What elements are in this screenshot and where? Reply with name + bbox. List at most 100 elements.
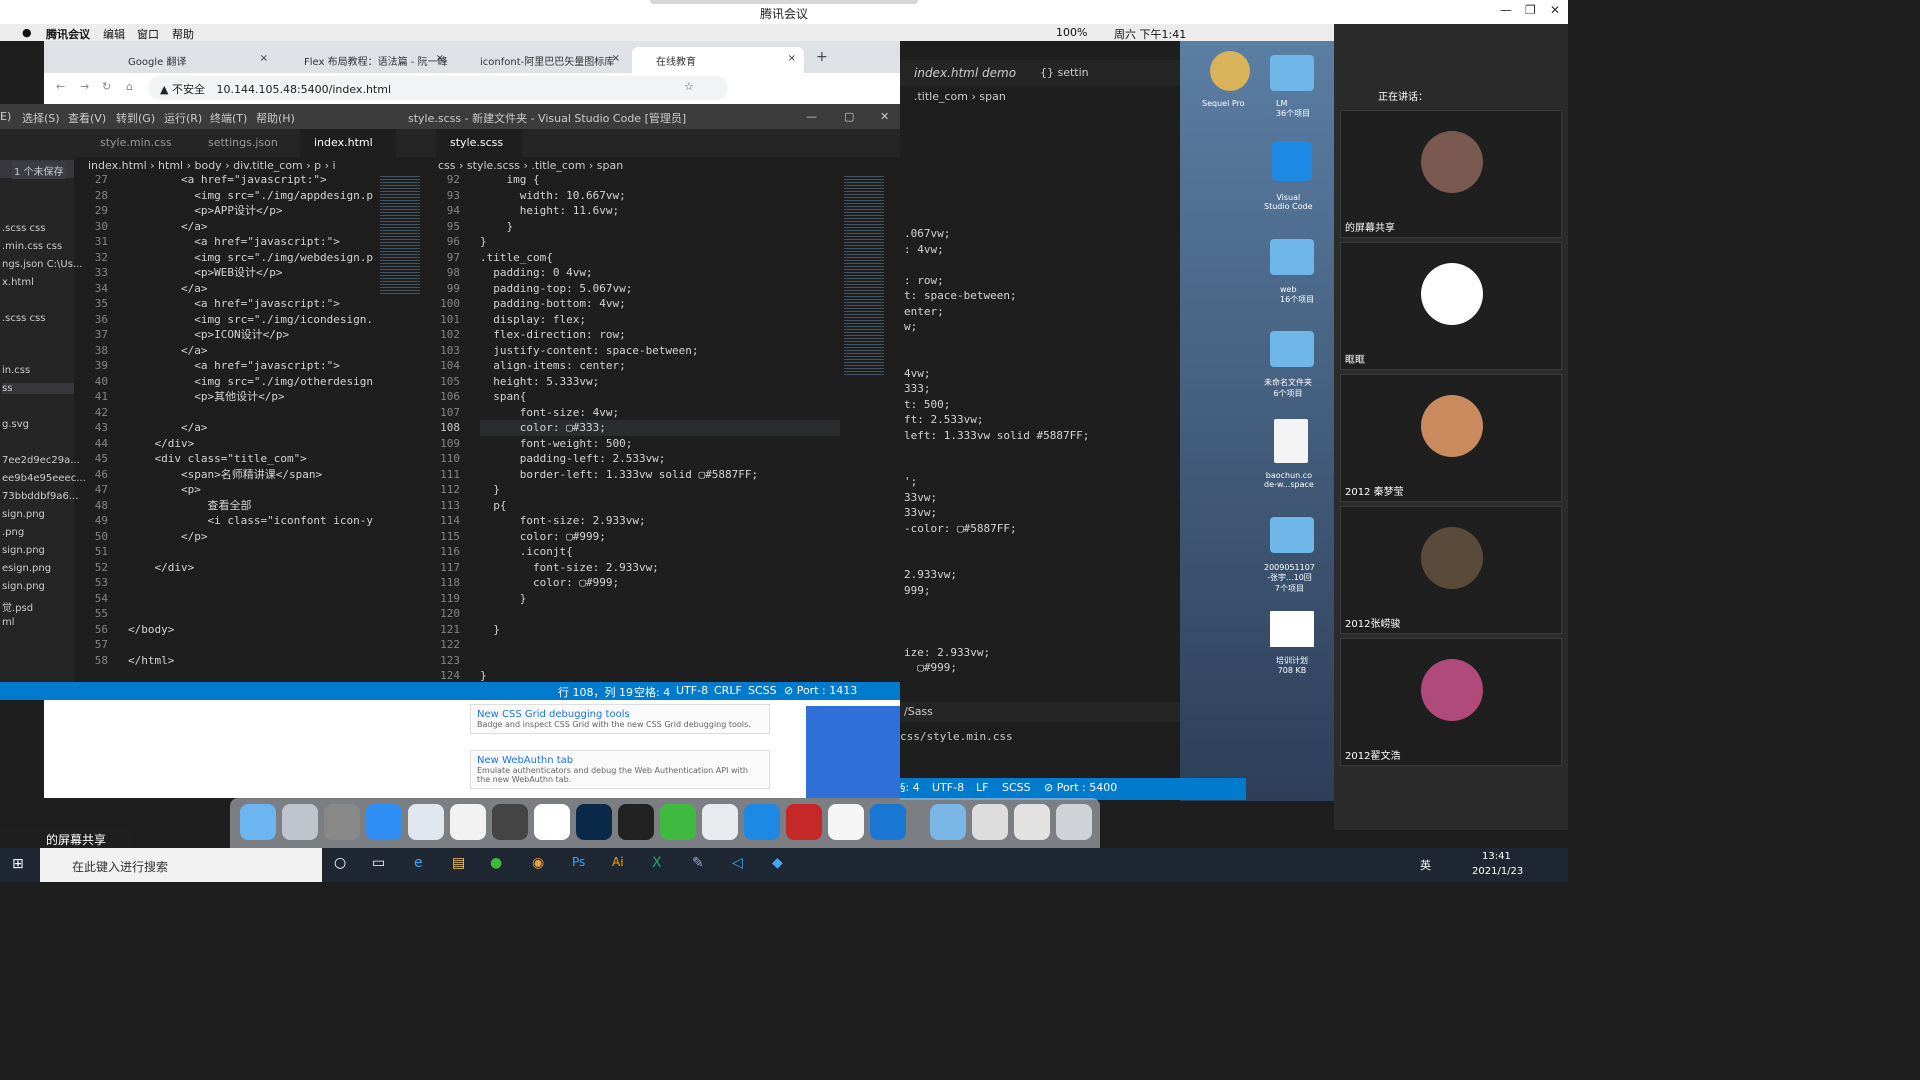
tab-settings[interactable]: {} settin: [1040, 66, 1089, 79]
devtools-news-item[interactable]: New WebAuthn tab Emulate authenticators …: [470, 750, 770, 789]
terminal-select[interactable]: /Sass: [900, 702, 1180, 722]
tab-iconfont[interactable]: iconfont-阿里巴巴矢量图标库 ×: [456, 47, 628, 73]
tab-style-scss[interactable]: style.scss: [436, 129, 522, 157]
safari-icon[interactable]: [366, 804, 402, 840]
explorer-file[interactable]: 73bbddbf9a6...: [2, 491, 78, 502]
explorer-file[interactable]: sign.png: [2, 581, 45, 592]
compass-icon[interactable]: [492, 804, 528, 840]
explorer-file[interactable]: .min.css css: [2, 241, 62, 252]
spreadsheet-icon[interactable]: [1270, 611, 1314, 647]
close-icon[interactable]: ✕: [880, 110, 889, 123]
status-cursor[interactable]: 行 108，列 19: [558, 684, 633, 700]
back-icon[interactable]: ←: [56, 80, 65, 93]
explorer-file[interactable]: esign.png: [2, 563, 51, 574]
tab-flex-tutorial[interactable]: Flex 布局教程：语法篇 - 阮一峰 ×: [280, 47, 452, 73]
tab-google-translate[interactable]: Google 翻译 ×: [104, 47, 276, 73]
explorer-file[interactable]: 7ee2d9ec29a...: [2, 455, 80, 466]
maximize-icon[interactable]: ▢: [844, 110, 854, 123]
url-input[interactable]: ▲ 不安全 10.144.105.48:5400/index.html: [148, 76, 728, 100]
vscode-icon[interactable]: [1272, 141, 1312, 181]
minimize-icon[interactable]: —: [806, 110, 817, 123]
code-editor-left[interactable]: <a href="javascript:"> <img src="./img/a…: [128, 172, 374, 668]
launchpad-icon[interactable]: [282, 804, 318, 840]
status-encoding[interactable]: UTF-8: [932, 781, 964, 794]
explorer-file[interactable]: in.css: [2, 365, 30, 376]
trash-icon[interactable]: [1056, 804, 1092, 840]
edge-icon[interactable]: e: [414, 855, 423, 871]
explorer-file[interactable]: sign.png: [2, 509, 45, 520]
status-spaces[interactable]: §: 4: [900, 781, 920, 794]
status-language[interactable]: SCSS: [748, 684, 777, 697]
participant-tile[interactable]: 眶眶: [1340, 242, 1562, 370]
filezilla-doc-icon[interactable]: [1014, 804, 1050, 840]
devtools-news-item[interactable]: New CSS Grid debugging tools Badge and i…: [470, 704, 770, 734]
status-encoding[interactable]: UTF-8: [676, 684, 708, 697]
explorer-file[interactable]: ngs.json C:\Us...: [2, 259, 82, 270]
status-language[interactable]: SCSS: [1002, 781, 1031, 794]
unsaved-badge[interactable]: 1 个未保存: [12, 162, 66, 179]
calendar-icon[interactable]: [534, 804, 570, 840]
participant-tile[interactable]: 2012翟文浩: [1340, 638, 1562, 766]
close-button[interactable]: ✕: [1550, 3, 1560, 17]
status-eol[interactable]: CRLF: [714, 684, 742, 697]
menu-item[interactable]: E): [0, 110, 11, 123]
folder-icon[interactable]: [1270, 331, 1314, 367]
participant-tile[interactable]: 2012 秦梦莹: [1340, 374, 1562, 502]
menu-item[interactable]: 帮助(H): [256, 110, 295, 126]
windows-start-icon[interactable]: ⊞: [12, 856, 24, 872]
explorer-file[interactable]: 觉.psd: [2, 599, 33, 614]
tab-settings-json[interactable]: settings.json: [194, 129, 296, 157]
tab-close-icon[interactable]: ×: [260, 53, 268, 64]
minimize-button[interactable]: —: [1500, 3, 1512, 17]
folder-icon[interactable]: [1270, 55, 1314, 91]
menu-app[interactable]: 腾讯会议: [46, 26, 90, 42]
cortana-icon[interactable]: ○: [334, 855, 346, 871]
tab-close-icon[interactable]: ×: [612, 53, 620, 64]
reload-icon[interactable]: ↻: [102, 80, 111, 93]
explorer-file[interactable]: .png: [2, 527, 24, 538]
tab-index-html[interactable]: index.html: [300, 129, 396, 157]
folder-icon[interactable]: [1270, 517, 1314, 553]
folder-icon[interactable]: [1270, 239, 1314, 275]
chrome-icon[interactable]: ◉: [532, 855, 544, 871]
finder-icon[interactable]: [240, 804, 276, 840]
forward-icon[interactable]: →: [80, 80, 89, 93]
explorer-file[interactable]: .scss css: [2, 223, 45, 234]
ime-indicator[interactable]: 英: [1420, 857, 1431, 873]
explorer-file[interactable]: g.svg: [2, 419, 29, 430]
chrome-icon[interactable]: [702, 804, 738, 840]
status-spaces[interactable]: 空格: 4: [634, 684, 670, 700]
bookmark-star-icon[interactable]: ☆: [684, 80, 694, 93]
photos-icon[interactable]: [450, 804, 486, 840]
menu-item[interactable]: 运行(R): [164, 110, 202, 126]
settings-icon[interactable]: [324, 804, 360, 840]
tab-style-min-css[interactable]: style.min.css: [86, 129, 190, 157]
maximize-button[interactable]: ❐: [1525, 3, 1536, 17]
menu-help[interactable]: 帮助: [172, 26, 194, 42]
task-view-icon[interactable]: ▭: [372, 855, 385, 871]
menu-item[interactable]: 终端(T): [210, 110, 247, 126]
menu-item[interactable]: 选择(S): [22, 110, 60, 126]
vscode-icon[interactable]: [744, 804, 780, 840]
minimap-left[interactable]: [380, 176, 420, 296]
tab-close-icon[interactable]: ×: [788, 53, 796, 64]
tencent-meeting-icon[interactable]: ◆: [772, 855, 783, 871]
photoshop-icon[interactable]: Ps: [572, 855, 585, 869]
maps-icon[interactable]: [408, 804, 444, 840]
explorer-file[interactable]: ml: [2, 617, 15, 628]
explorer-file[interactable]: sign.png: [2, 545, 45, 556]
home-icon[interactable]: ⌂: [126, 80, 133, 93]
taskbar-search[interactable]: 在此键入进行搜索: [40, 848, 322, 882]
participant-tile[interactable]: 的屏幕共享: [1340, 110, 1562, 238]
menu-edit[interactable]: 编辑: [103, 26, 125, 42]
status-eol[interactable]: LF: [976, 781, 988, 794]
chart-app-icon[interactable]: [828, 804, 864, 840]
apple-icon[interactable]: ●: [22, 26, 32, 39]
status-port[interactable]: ⊘ Port : 1413: [784, 684, 857, 697]
explorer-icon[interactable]: ▤: [452, 855, 465, 871]
filezilla-icon[interactable]: [786, 804, 822, 840]
tab-online-education[interactable]: 在线教育 ×: [632, 47, 804, 73]
menu-window[interactable]: 窗口: [137, 26, 159, 42]
explorer-file[interactable]: x.html: [2, 277, 34, 288]
explorer-file[interactable]: ss: [2, 383, 74, 394]
